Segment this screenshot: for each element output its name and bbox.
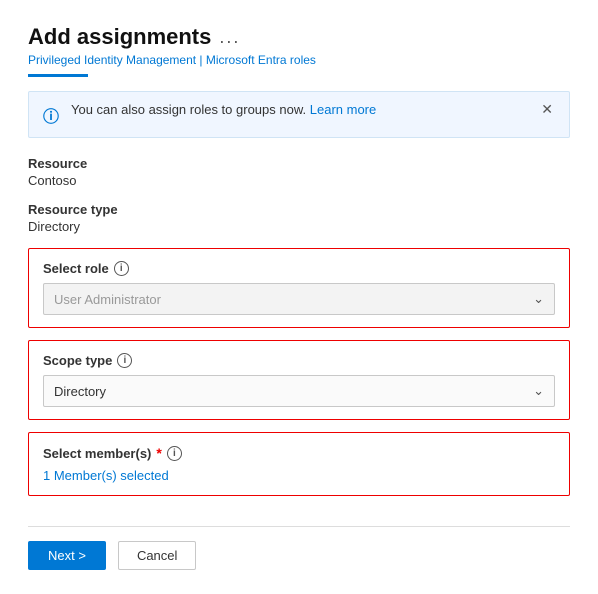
scope-type-dropdown[interactable]: Directory ⌄ — [43, 375, 555, 407]
required-indicator: * — [156, 445, 161, 461]
info-icon: ⓘ — [43, 103, 61, 127]
select-members-section: Select member(s) * i 1 Member(s) selecte… — [28, 432, 570, 496]
select-members-tooltip[interactable]: i — [167, 446, 182, 461]
next-button[interactable]: Next > — [28, 541, 106, 570]
learn-more-link[interactable]: Learn more — [310, 102, 376, 117]
select-role-dropdown[interactable]: User Administrator ⌄ — [43, 283, 555, 315]
scope-type-value: Directory — [54, 384, 106, 399]
page-title: Add assignments ... — [28, 24, 240, 50]
select-role-section: Select role i User Administrator ⌄ — [28, 248, 570, 328]
resource-type-value: Directory — [28, 219, 570, 234]
select-role-value: User Administrator — [54, 292, 161, 307]
members-selected-link[interactable]: 1 Member(s) selected — [43, 468, 169, 483]
footer-buttons: Next > Cancel — [28, 541, 570, 570]
cancel-button[interactable]: Cancel — [118, 541, 196, 570]
select-role-tooltip[interactable]: i — [114, 261, 129, 276]
scope-type-section: Scope type i Directory ⌄ — [28, 340, 570, 420]
active-tab-indicator — [28, 74, 88, 77]
chevron-down-icon: ⌄ — [533, 291, 544, 307]
scope-type-tooltip[interactable]: i — [117, 353, 132, 368]
chevron-down-icon: ⌄ — [533, 383, 544, 399]
banner-text: You can also assign roles to groups now.… — [71, 102, 529, 117]
resource-value: Contoso — [28, 173, 570, 188]
scope-type-label: Scope type i — [43, 353, 555, 368]
select-members-label: Select member(s) * i — [43, 445, 555, 461]
ellipsis-icon: ... — [219, 27, 240, 48]
resource-field: Resource Contoso — [28, 156, 570, 188]
breadcrumb: Privileged Identity Management | Microso… — [28, 53, 570, 67]
page-container: Add assignments ... Privileged Identity … — [0, 0, 598, 594]
resource-type-label: Resource type — [28, 202, 570, 217]
resource-label: Resource — [28, 156, 570, 171]
resource-type-field: Resource type Directory — [28, 202, 570, 234]
footer-divider — [28, 526, 570, 527]
info-banner: ⓘ You can also assign roles to groups no… — [28, 91, 570, 138]
select-role-label: Select role i — [43, 261, 555, 276]
close-banner-button[interactable]: ✕ — [539, 102, 555, 116]
